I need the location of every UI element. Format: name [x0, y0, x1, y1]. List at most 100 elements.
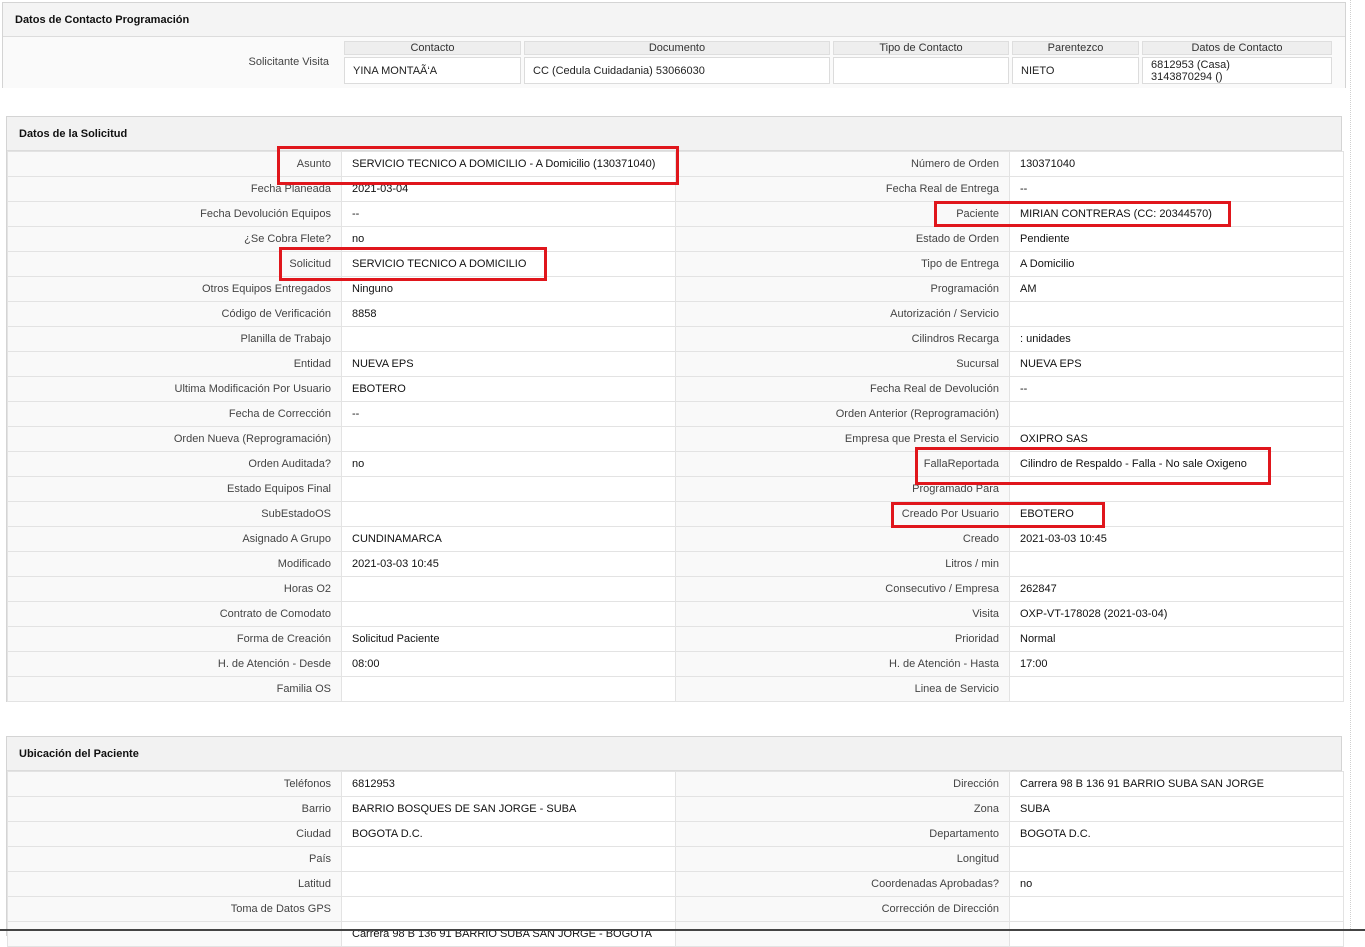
table-row: Orden Nueva (Reprogramación) Empresa que … — [7, 426, 1344, 452]
field-label-cilindros-recarga: Cilindros Recarga — [675, 326, 1010, 352]
field-label-blank — [7, 921, 342, 947]
field-value-tipo-de-entrega: A Domicilio — [1009, 251, 1344, 277]
contact-body: Solicitante Visita Contacto Documento Ti… — [3, 37, 1345, 88]
table-row: Estado Equipos Final Programado Para — [7, 476, 1344, 502]
contact-header-datos: Datos de Contacto — [1142, 41, 1332, 55]
field-value-litros-min — [1009, 551, 1344, 577]
field-label-tipo-de-entrega: Tipo de Entrega — [675, 251, 1010, 277]
field-label-orden-auditada: Orden Auditada? — [7, 451, 342, 477]
table-row: Horas O2 Consecutivo / Empresa 262847 — [7, 576, 1344, 602]
table-row: Familia OS Linea de Servicio — [7, 676, 1344, 702]
contact-contacto-value: YINA MONTAÃ‘A — [344, 57, 521, 84]
contact-section-title: Datos de Contacto Programación — [3, 3, 1345, 37]
solicitud-table: Asunto SERVICIO TECNICO A DOMICILIO - A D… — [7, 151, 1344, 702]
field-value-sucursal: NUEVA EPS — [1009, 351, 1344, 377]
table-row: País Longitud — [7, 846, 1344, 872]
field-value-estado-equipos-final — [341, 476, 676, 502]
field-label-se-cobra-flete: ¿Se Cobra Flete? — [7, 226, 342, 252]
field-label-numero-de-orden: Número de Orden — [675, 151, 1010, 177]
field-value-asignado-a-grupo: CUNDINAMARCA — [341, 526, 676, 552]
field-label-creado-por-usuario: Creado Por Usuario — [675, 501, 1010, 527]
field-label-orden-nueva-reprogramacion: Orden Nueva (Reprogramación) — [7, 426, 342, 452]
contact-documento-value: CC (Cedula Cuidadania) 53066030 — [524, 57, 830, 84]
field-value-visita: OXP-VT-178028 (2021-03-04) — [1009, 601, 1344, 627]
table-row: Teléfonos 6812953 Dirección Carrera 98 B 13… — [7, 771, 1344, 797]
field-value-solicitud: SERVICIO TECNICO A DOMICILIO — [341, 251, 676, 277]
contact-phone-home: 6812953 (Casa) — [1151, 58, 1230, 71]
field-value-barrio: BARRIO BOSQUES DE SAN JORGE - SUBA — [341, 796, 676, 822]
field-label-orden-anterior-reprogramacion: Orden Anterior (Reprogramación) — [675, 401, 1010, 427]
contact-header-tipo: Tipo de Contacto — [833, 41, 1009, 55]
field-label-longitud: Longitud — [675, 846, 1010, 872]
field-value-paciente: MIRIAN CONTRERAS (CC: 20344570) — [1009, 201, 1344, 227]
table-row: Carrera 98 B 136 91 BARRIO SUBA SAN JORG… — [7, 921, 1344, 947]
field-value-programacion: AM — [1009, 276, 1344, 302]
field-label-programado-para: Programado Para — [675, 476, 1010, 502]
field-label-programacion: Programación — [675, 276, 1010, 302]
page-scrollbar[interactable] — [1350, 0, 1365, 931]
table-row: Barrio BARRIO BOSQUES DE SAN JORGE - SUBA… — [7, 796, 1344, 822]
field-label-horas-o2: Horas O2 — [7, 576, 342, 602]
field-label-asignado-a-grupo: Asignado A Grupo — [7, 526, 342, 552]
field-label-sucursal: Sucursal — [675, 351, 1010, 377]
field-label-departamento: Departamento — [675, 821, 1010, 847]
field-value-direccion: Carrera 98 B 136 91 BARRIO SUBA SAN JORG… — [1009, 771, 1344, 797]
field-label-litros-min: Litros / min — [675, 551, 1010, 577]
field-value-fecha-real-de-entrega: -- — [1009, 176, 1344, 202]
contact-parentezco-value: NIETO — [1012, 57, 1139, 84]
table-row: Orden Auditada? no FallaReportada Cilindro… — [7, 451, 1344, 477]
field-value-creado: 2021-03-03 10:45 — [1009, 526, 1344, 552]
field-label-modificado: Modificado — [7, 551, 342, 577]
field-value-programado-para — [1009, 476, 1344, 502]
field-value-fecha-de-correccion: -- — [341, 401, 676, 427]
field-label-visita: Visita — [675, 601, 1010, 627]
field-value-autorizacion-servicio — [1009, 301, 1344, 327]
table-row: Asunto SERVICIO TECNICO A DOMICILIO - A D… — [7, 151, 1344, 177]
field-value-forma-de-creacion: Solicitud Paciente — [341, 626, 676, 652]
contact-header-parentezco: Parentezco — [1012, 41, 1139, 55]
table-row: SubEstadoOS Creado Por Usuario EBOTERO — [7, 501, 1344, 527]
table-row: Modificado 2021-03-03 10:45 Litros / min — [7, 551, 1344, 577]
contact-phone-mobile: 3143870294 () — [1151, 70, 1223, 83]
field-value-numero-de-orden: 130371040 — [1009, 151, 1344, 177]
field-value-telefonos: 6812953 — [341, 771, 676, 797]
field-label-planilla-de-trabajo: Planilla de Trabajo — [7, 326, 342, 352]
field-value-longitud — [1009, 846, 1344, 872]
field-label-familia-os: Familia OS — [7, 676, 342, 702]
field-label-fecha-planeada: Fecha Planeada — [7, 176, 342, 202]
field-label-solicitud: Solicitud — [7, 251, 342, 277]
field-label-estado-equipos-final: Estado Equipos Final — [7, 476, 342, 502]
field-label-zona: Zona — [675, 796, 1010, 822]
field-value-orden-nueva-reprogramacion — [341, 426, 676, 452]
solicitante-visita-label: Solicitante Visita — [248, 56, 329, 68]
field-value-blank: Carrera 98 B 136 91 BARRIO SUBA SAN JORG… — [341, 921, 676, 947]
field-value-h-de-atencion-hasta: 17:00 — [1009, 651, 1344, 677]
field-value-contrato-de-comodato — [341, 601, 676, 627]
table-row: Latitud Coordenadas Aprobadas? no — [7, 871, 1344, 897]
ubicacion-section: Ubicación del Paciente Teléfonos 6812953 D… — [6, 736, 1344, 947]
field-label-ultima-modificacion-por-usuario: Ultima Modificación Por Usuario — [7, 376, 342, 402]
contact-tipo-value — [833, 57, 1009, 84]
field-label-latitud: Latitud — [7, 871, 342, 897]
table-row: Ultima Modificación Por Usuario EBOTERO Fe… — [7, 376, 1344, 402]
field-label-subestadoos: SubEstadoOS — [7, 501, 342, 527]
field-label-empresa-que-presta-el-servicio: Empresa que Presta el Servicio — [675, 426, 1010, 452]
field-value-fecha-devolucion-equipos: -- — [341, 201, 676, 227]
field-label-prioridad: Prioridad — [675, 626, 1010, 652]
field-value-departamento: BOGOTA D.C. — [1009, 821, 1344, 847]
field-label-entidad: Entidad — [7, 351, 342, 377]
table-row: Solicitud SERVICIO TECNICO A DOMICILIO Tip… — [7, 251, 1344, 277]
field-label-contrato-de-comodato: Contrato de Comodato — [7, 601, 342, 627]
field-value-fecha-real-de-devolucion: -- — [1009, 376, 1344, 402]
field-value-codigo-de-verificacion: 8858 — [341, 301, 676, 327]
field-value-pais — [341, 846, 676, 872]
field-value-orden-anterior-reprogramacion — [1009, 401, 1344, 427]
field-value-modificado: 2021-03-03 10:45 — [341, 551, 676, 577]
field-value-horas-o2 — [341, 576, 676, 602]
field-label-fecha-real-de-entrega: Fecha Real de Entrega — [675, 176, 1010, 202]
field-value-fallareportada: Cilindro de Respaldo - Falla - No sale O… — [1009, 451, 1344, 477]
field-value-ciudad: BOGOTA D.C. — [341, 821, 676, 847]
field-label-correccion-de-direccion: Corrección de Dirección — [675, 896, 1010, 922]
table-row: ¿Se Cobra Flete? no Estado de Orden Pendie… — [7, 226, 1344, 252]
field-label-ciudad: Ciudad — [7, 821, 342, 847]
